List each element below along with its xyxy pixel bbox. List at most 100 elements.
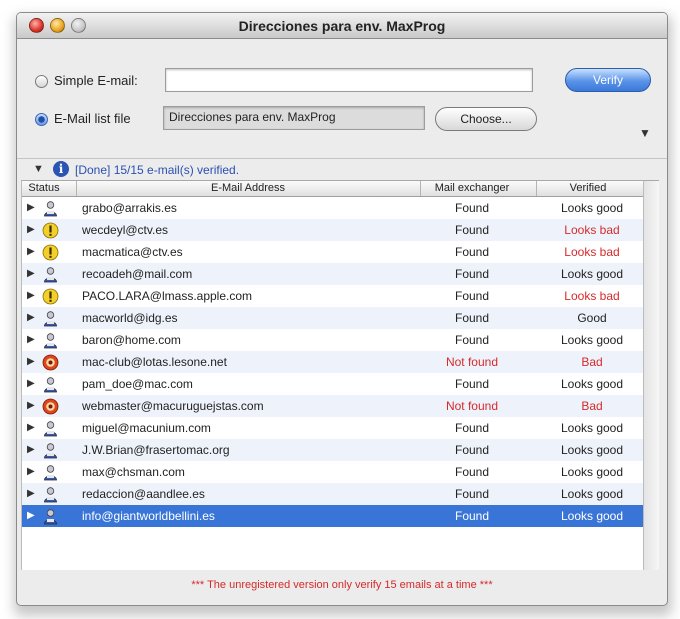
row-email: redaccion@aandlee.es: [82, 487, 205, 501]
table-row[interactable]: ▶ macmatica@ctv.es Found Looks bad: [22, 241, 643, 263]
row-disclosure-triangle-icon[interactable]: ▶: [27, 202, 35, 213]
row-verified: Looks bad: [564, 223, 620, 237]
warning-icon: [42, 244, 59, 261]
person-icon: [42, 464, 59, 481]
row-email: grabo@arrakis.es: [82, 201, 177, 215]
table-row[interactable]: ▶ wecdeyl@ctv.es Found Looks bad: [22, 219, 643, 241]
disclosure-triangle-icon[interactable]: ▼: [33, 163, 44, 175]
table-row[interactable]: ▶ miguel@macunium.com Found Looks good: [22, 417, 643, 439]
person-icon: [42, 310, 59, 327]
row-verified: Looks bad: [564, 289, 620, 303]
table-header: Status E-Mail Address Mail exchanger Ver…: [22, 181, 643, 197]
row-mail-exchanger: Found: [454, 201, 490, 215]
row-email: wecdeyl@ctv.es: [82, 223, 168, 237]
column-header-status[interactable]: Status: [24, 182, 64, 194]
row-disclosure-triangle-icon[interactable]: ▶: [27, 334, 35, 345]
row-verified: Looks good: [560, 267, 624, 281]
table-row[interactable]: ▶ info@giantworldbellini.es Found Looks goo…: [22, 505, 643, 527]
row-verified: Looks good: [560, 509, 624, 523]
column-header-mail-exchanger[interactable]: Mail exchanger: [422, 182, 522, 194]
row-disclosure-triangle-icon[interactable]: ▶: [27, 224, 35, 235]
row-verified: Looks bad: [564, 245, 620, 259]
row-verified: Looks good: [560, 201, 624, 215]
row-disclosure-triangle-icon[interactable]: ▶: [27, 356, 35, 367]
table-row[interactable]: ▶ PACO.LARA@lmass.apple.com Found Looks bad: [22, 285, 643, 307]
row-email: macworld@idg.es: [82, 311, 178, 325]
email-list-file-radio[interactable]: [35, 113, 48, 126]
row-disclosure-triangle-icon[interactable]: ▶: [27, 444, 35, 455]
row-mail-exchanger: Found: [454, 377, 490, 391]
row-verified: Bad: [581, 399, 603, 413]
row-mail-exchanger: Found: [454, 311, 490, 325]
row-disclosure-triangle-icon[interactable]: ▶: [27, 466, 35, 477]
table-body: ▶ grabo@arrakis.es Found Looks good ▶ wecdeyl…: [22, 197, 643, 527]
row-email: mac-club@lotas.lesone.net: [82, 355, 227, 369]
row-disclosure-triangle-icon[interactable]: ▶: [27, 378, 35, 389]
person-icon: [42, 508, 59, 525]
title-bar[interactable]: Direcciones para env. MaxProg: [17, 13, 667, 39]
verify-button[interactable]: Verify: [565, 68, 651, 92]
row-disclosure-triangle-icon[interactable]: ▶: [27, 290, 35, 301]
row-mail-exchanger: Found: [454, 487, 490, 501]
row-mail-exchanger: Found: [454, 289, 490, 303]
row-verified: Looks good: [560, 333, 624, 347]
table-row[interactable]: ▶ pam_doe@mac.com Found Looks good: [22, 373, 643, 395]
row-disclosure-triangle-icon[interactable]: ▶: [27, 246, 35, 257]
table-row[interactable]: ▶ J.W.Brian@frasertomac.org Found Looks goo…: [22, 439, 643, 461]
row-mail-exchanger: Found: [454, 223, 490, 237]
row-mail-exchanger: Not found: [445, 399, 499, 413]
person-icon: [42, 420, 59, 437]
row-mail-exchanger: Found: [454, 245, 490, 259]
file-path-field: Direcciones para env. MaxProg: [163, 106, 425, 130]
expand-arrow-icon[interactable]: ▼: [639, 126, 651, 140]
table-row[interactable]: ▶ macworld@idg.es Found Good: [22, 307, 643, 329]
row-disclosure-triangle-icon[interactable]: ▶: [27, 268, 35, 279]
column-header-verified[interactable]: Verified: [538, 182, 638, 194]
table-row[interactable]: ▶ baron@home.com Found Looks good: [22, 329, 643, 351]
row-verified: Looks good: [560, 421, 624, 435]
simple-email-input[interactable]: [165, 68, 533, 92]
row-verified: Good: [577, 311, 607, 325]
unregistered-notice: *** The unregistered version only verify…: [191, 579, 493, 591]
column-header-email[interactable]: E-Mail Address: [78, 182, 418, 194]
row-mail-exchanger: Found: [454, 421, 490, 435]
row-disclosure-triangle-icon[interactable]: ▶: [27, 510, 35, 521]
row-mail-exchanger: Found: [454, 465, 490, 479]
simple-email-radio[interactable]: [35, 75, 48, 88]
table-row[interactable]: ▶ max@chsman.com Found Looks good: [22, 461, 643, 483]
row-email: max@chsman.com: [82, 465, 185, 479]
row-disclosure-triangle-icon[interactable]: ▶: [27, 488, 35, 499]
table-row[interactable]: ▶ grabo@arrakis.es Found Looks good: [22, 197, 643, 219]
row-disclosure-triangle-icon[interactable]: ▶: [27, 422, 35, 433]
main-window: Direcciones para env. MaxProg Simple E-m…: [16, 12, 668, 606]
window-title: Direcciones para env. MaxProg: [238, 18, 446, 34]
table-row[interactable]: ▶ webmaster@macuruguejstas.com Not found Ba…: [22, 395, 643, 417]
row-email: recoadeh@mail.com: [82, 267, 193, 281]
row-verified: Looks good: [560, 487, 624, 501]
warning-icon: [42, 288, 59, 305]
table-row[interactable]: ▶ recoadeh@mail.com Found Looks good: [22, 263, 643, 285]
row-verified: Bad: [581, 355, 603, 369]
input-form: Simple E-mail: Verify E-Mail list file D…: [17, 40, 667, 180]
row-mail-exchanger: Found: [454, 333, 490, 347]
person-icon: [42, 200, 59, 217]
row-email: miguel@macunium.com: [82, 421, 211, 435]
person-icon: [42, 486, 59, 503]
row-email: PACO.LARA@lmass.apple.com: [82, 289, 253, 303]
table-row[interactable]: ▶ mac-club@lotas.lesone.net Not found Bad: [22, 351, 643, 373]
row-disclosure-triangle-icon[interactable]: ▶: [27, 312, 35, 323]
row-mail-exchanger: Not found: [445, 355, 499, 369]
row-email: macmatica@ctv.es: [82, 245, 183, 259]
info-icon: i: [53, 161, 69, 177]
vertical-scrollbar[interactable]: [643, 180, 659, 570]
stop-icon: [42, 354, 59, 371]
row-verified: Looks good: [560, 443, 624, 457]
table-row[interactable]: ▶ redaccion@aandlee.es Found Looks good: [22, 483, 643, 505]
choose-button[interactable]: Choose...: [435, 107, 537, 131]
results-table: Status E-Mail Address Mail exchanger Ver…: [21, 180, 643, 570]
row-email: pam_doe@mac.com: [82, 377, 193, 391]
row-email: baron@home.com: [82, 333, 181, 347]
row-mail-exchanger: Found: [454, 509, 490, 523]
person-icon: [42, 332, 59, 349]
row-disclosure-triangle-icon[interactable]: ▶: [27, 400, 35, 411]
